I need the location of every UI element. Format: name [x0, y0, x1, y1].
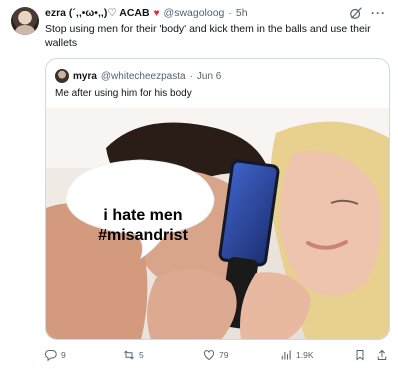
tweet-actions: 9 5 79 1.9K: [45, 349, 390, 363]
tweet[interactable]: ezra (´,,•ω•,,)♡ ACAB ♥ @swagoloog · 5h …: [0, 0, 398, 369]
quoted-tweet-text: Me after using him for his body: [55, 88, 192, 99]
bookmark-icon: [354, 349, 366, 361]
repost-icon: [123, 349, 135, 361]
repost-button[interactable]: 5: [123, 349, 144, 361]
quoted-tweet-header: myra @whitecheezpasta · Jun 6: [55, 69, 221, 83]
avatar[interactable]: [11, 7, 39, 35]
heart-emoji-icon: ♥: [153, 7, 160, 19]
quoted-tweet[interactable]: myra @whitecheezpasta · Jun 6 Me after u…: [45, 58, 390, 340]
heart-icon: [203, 349, 215, 361]
quoted-timestamp[interactable]: Jun 6: [197, 71, 221, 82]
repost-count: 5: [139, 350, 144, 360]
tweet-text: Stop using men for their 'body' and kick…: [45, 23, 371, 49]
quoted-author-handle[interactable]: @whitecheezpasta: [101, 71, 186, 82]
meme-caption: i hate men #misandrist: [98, 207, 188, 244]
views-button[interactable]: 1.9K: [280, 349, 314, 361]
separator-dot: ·: [189, 70, 193, 82]
share-button[interactable]: [376, 349, 388, 361]
grok-icon[interactable]: [349, 6, 363, 20]
views-count: 1.9K: [296, 350, 314, 360]
author-name[interactable]: ezra (´,,•ω•,,)♡ ACAB: [45, 7, 150, 19]
separator-dot: ·: [228, 7, 232, 19]
timestamp[interactable]: 5h: [236, 7, 248, 19]
like-button[interactable]: 79: [203, 349, 228, 361]
views-bar-chart-icon: [280, 349, 292, 361]
reply-button[interactable]: 9: [45, 349, 66, 361]
quoted-avatar[interactable]: [55, 69, 69, 83]
like-count: 79: [219, 350, 229, 360]
tweet-top-actions: ···: [349, 6, 386, 20]
quoted-author-name[interactable]: myra: [73, 71, 97, 82]
reply-icon: [45, 349, 57, 361]
tweet-header: ezra (´,,•ω•,,)♡ ACAB ♥ @swagoloog · 5h: [45, 7, 248, 19]
reply-count: 9: [61, 350, 66, 360]
more-options-icon[interactable]: ···: [371, 6, 386, 20]
bookmark-button[interactable]: [354, 349, 366, 361]
share-icon: [376, 349, 388, 361]
author-handle[interactable]: @swagoloog: [164, 7, 225, 19]
